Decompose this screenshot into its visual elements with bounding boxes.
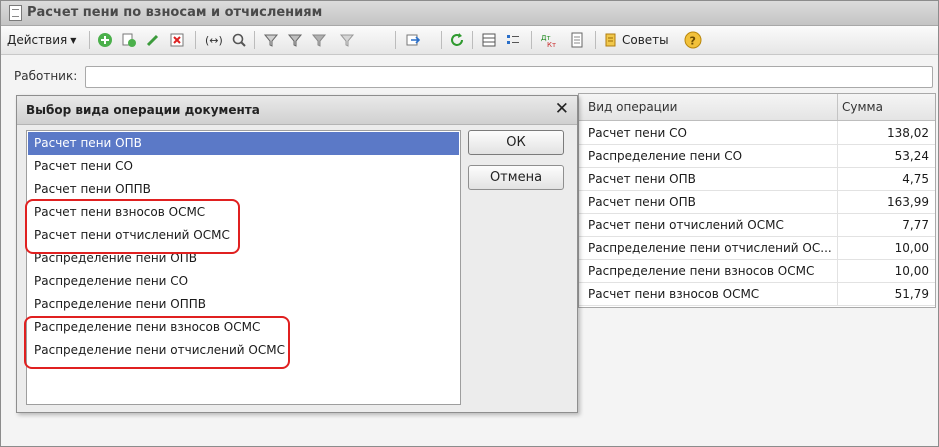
cell-operation: Расчет пени СО	[588, 126, 687, 140]
copy-icon[interactable]	[119, 30, 139, 50]
actions-menu-button[interactable]: Действия ▼	[7, 30, 76, 50]
table-row[interactable]: Распределение пени взносов ОСМС 10,00	[579, 259, 935, 283]
list-item[interactable]: Расчет пени СО	[28, 155, 459, 178]
svg-text:Кт: Кт	[547, 41, 556, 48]
table-row[interactable]: Расчет пени ОПВ 163,99	[579, 190, 935, 214]
filter-clear-icon[interactable]	[337, 30, 357, 50]
cell-sum: 4,75	[902, 172, 929, 186]
report-icon[interactable]	[567, 30, 587, 50]
svg-text:?: ?	[690, 35, 696, 48]
cell-sum: 138,02	[887, 126, 929, 140]
cell-divider	[837, 144, 838, 167]
tips-label: Советы	[622, 33, 669, 47]
column-header-sum[interactable]: Сумма	[842, 100, 883, 114]
cell-sum: 163,99	[887, 195, 929, 209]
close-icon[interactable]: ✕	[555, 99, 569, 119]
cell-sum: 51,79	[894, 287, 929, 301]
table-row[interactable]: Распределение пени СО 53,24	[579, 144, 935, 168]
filter-list-icon[interactable]	[285, 30, 305, 50]
cancel-button[interactable]: Отмена	[468, 165, 564, 190]
table-header: Вид операции Сумма	[579, 94, 935, 121]
column-divider	[837, 94, 838, 120]
actions-label: Действия	[7, 33, 68, 47]
list-item[interactable]: Распределение пени СО	[28, 270, 459, 293]
toolbar-separator	[89, 31, 90, 49]
list-item[interactable]: Расчет пени ОППВ	[28, 178, 459, 201]
refresh-icon[interactable]	[447, 30, 467, 50]
dialog-title-bar: Выбор вида операции документа ✕	[17, 96, 577, 125]
search-icon[interactable]	[229, 30, 249, 50]
cell-divider	[837, 282, 838, 305]
table-row[interactable]: Расчет пени взносов ОСМС 51,79	[579, 282, 935, 306]
cell-divider	[837, 259, 838, 282]
table-row[interactable]: Расчет пени СО 138,02	[579, 121, 935, 145]
toolbar-separator	[195, 31, 196, 49]
toolbar-separator	[531, 31, 532, 49]
title-bar: Расчет пени по взносам и отчислениям	[1, 1, 938, 26]
toolbar-separator	[595, 31, 596, 49]
app-window: Расчет пени по взносам и отчислениям Дей…	[0, 0, 939, 447]
edit-icon[interactable]	[143, 30, 163, 50]
cell-divider	[837, 190, 838, 213]
cell-sum: 7,77	[902, 218, 929, 232]
list-icon[interactable]	[503, 30, 523, 50]
cell-operation: Распределение пени отчислений ОС...	[588, 241, 832, 255]
chevron-down-icon: ▼	[70, 35, 77, 45]
window-title: Расчет пени по взносам и отчислениям	[27, 5, 323, 20]
list-item[interactable]: Распределение пени отчислений ОСМС	[28, 339, 459, 362]
dialog-title: Выбор вида операции документа	[26, 103, 260, 117]
toolbar-separator	[441, 31, 442, 49]
add-icon[interactable]	[95, 30, 115, 50]
cell-operation: Распределение пени СО	[588, 149, 743, 163]
dt-kt-icon[interactable]: Дт Кт	[539, 30, 559, 50]
list-item[interactable]: Распределение пени ОППВ	[28, 293, 459, 316]
cell-sum: 53,24	[894, 149, 929, 163]
table-row[interactable]: Расчет пени отчислений ОСМС 7,77	[579, 213, 935, 237]
grid-icon[interactable]	[479, 30, 499, 50]
cell-divider	[837, 213, 838, 236]
table-row[interactable]: Распределение пени отчислений ОС... 10,00	[579, 236, 935, 260]
column-header-operation[interactable]: Вид операции	[588, 100, 677, 114]
operation-type-dialog: Выбор вида операции документа ✕ Расчет п…	[16, 95, 578, 413]
cell-sum: 10,00	[894, 264, 929, 278]
worker-label: Работник:	[14, 69, 78, 83]
cell-divider	[837, 236, 838, 259]
list-item[interactable]: Расчет пени ОПВ	[28, 132, 459, 155]
document-icon	[9, 5, 22, 21]
cell-operation: Распределение пени взносов ОСМС	[588, 264, 815, 278]
cell-operation: Расчет пени взносов ОСМС	[588, 287, 760, 301]
toolbar-separator	[395, 31, 396, 49]
toolbar-separator	[254, 31, 255, 49]
cell-operation: Расчет пени ОПВ	[588, 172, 696, 186]
cell-divider	[837, 121, 838, 144]
list-item[interactable]: Расчет пени взносов ОСМС	[28, 201, 459, 224]
operations-table: Вид операции Сумма Расчет пени СО 138,02 …	[578, 93, 936, 308]
go-to-icon[interactable]	[403, 30, 423, 50]
toolbar-separator	[472, 31, 473, 49]
cell-divider	[837, 167, 838, 190]
operation-type-list[interactable]: Расчет пени ОПВ Расчет пени СО Расчет пе…	[26, 130, 461, 405]
list-item[interactable]: Распределение пени взносов ОСМС	[28, 316, 459, 339]
ok-button[interactable]: ОК	[468, 130, 564, 155]
worker-field[interactable]	[85, 66, 933, 88]
filter-icon[interactable]	[261, 30, 281, 50]
toolbar: Действия ▼ (↔) Дт Кт Советы ?	[1, 26, 938, 55]
tips-button[interactable]: Советы	[603, 30, 669, 50]
help-icon[interactable]: ?	[683, 30, 703, 50]
list-item[interactable]: Расчет пени отчислений ОСМС	[28, 224, 459, 247]
delete-icon[interactable]	[167, 30, 187, 50]
move-icon[interactable]: (↔)	[203, 30, 223, 50]
cell-operation: Расчет пени ОПВ	[588, 195, 696, 209]
table-row[interactable]: Расчет пени ОПВ 4,75	[579, 167, 935, 191]
tips-icon	[605, 33, 616, 47]
svg-text:(↔): (↔)	[205, 34, 222, 47]
worker-row: Работник:	[1, 61, 938, 89]
cell-sum: 10,00	[894, 241, 929, 255]
filter-select-icon[interactable]	[309, 30, 329, 50]
cell-operation: Расчет пени отчислений ОСМС	[588, 218, 784, 232]
list-item[interactable]: Распределение пени ОПВ	[28, 247, 459, 270]
